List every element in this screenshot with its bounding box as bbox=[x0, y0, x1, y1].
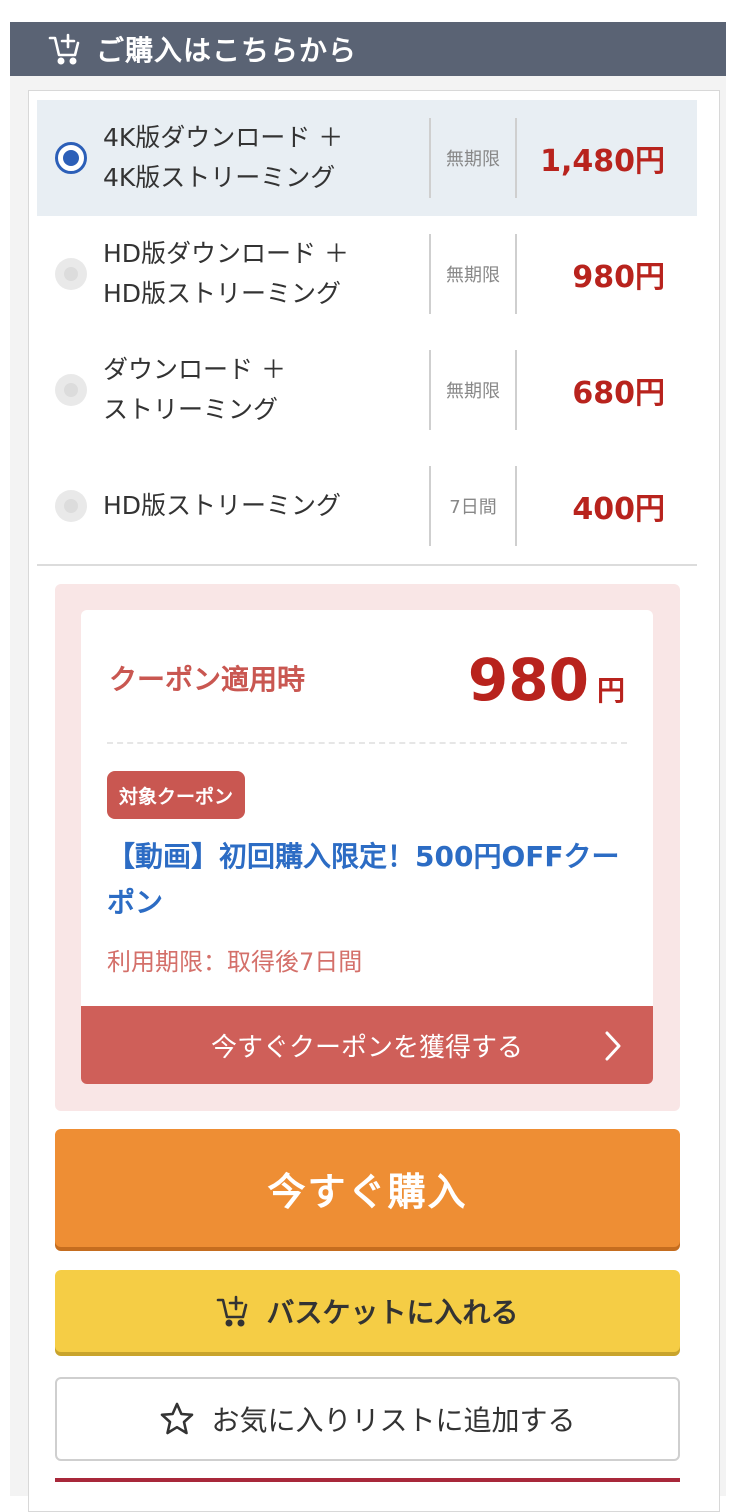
purchase-header: ご購入はこちらから bbox=[10, 22, 726, 76]
option-label-line2: HD版ストリーミング bbox=[103, 279, 342, 308]
purchase-option-standard[interactable]: ダウンロード ＋ ストリーミング 無期限 680円 bbox=[37, 332, 697, 450]
get-coupon-button[interactable]: 今すぐクーポンを獲得する bbox=[81, 1006, 653, 1084]
cart-plus-icon bbox=[48, 32, 82, 66]
option-label: ダウンロード ＋ ストリーミング bbox=[103, 332, 423, 448]
next-button-edge bbox=[55, 1478, 680, 1482]
add-to-basket-label: バスケットに入れる bbox=[266, 1296, 519, 1329]
option-label-line1: ダウンロード ＋ bbox=[103, 355, 286, 384]
coupon-applied-label: クーポン適用時 bbox=[109, 663, 306, 696]
coupon-expiry: 利用期限：取得後7日間 bbox=[107, 948, 363, 976]
buy-now-label: 今すぐ購入 bbox=[267, 1169, 468, 1214]
option-label: 4K版ダウンロード ＋ 4K版ストリーミング bbox=[103, 100, 423, 216]
option-period: 7日間 bbox=[449, 497, 497, 518]
coupon-price-value: 980 bbox=[467, 646, 589, 714]
coupon-card: クーポン適用時 980 円 対象クーポン 【動画】初回購入限定！500円OFFクー… bbox=[81, 610, 653, 1084]
option-label-line2: 4K版ストリーミング bbox=[103, 163, 336, 192]
coupon-badge: 対象クーポン bbox=[107, 771, 246, 819]
option-label: HD版ストリーミング bbox=[103, 448, 423, 564]
radio-unselected[interactable] bbox=[55, 490, 87, 522]
coupon-box: クーポン適用時 980 円 対象クーポン 【動画】初回購入限定！500円OFFクー… bbox=[55, 584, 680, 1111]
option-price: 1,480円 bbox=[540, 144, 665, 179]
option-price: 400円 bbox=[572, 492, 665, 527]
option-label-line1: HD版ストリーミング bbox=[103, 491, 342, 520]
purchase-option-4k[interactable]: 4K版ダウンロード ＋ 4K版ストリーミング 無期限 1,480円 bbox=[37, 100, 697, 218]
purchase-header-title: ご購入はこちらから bbox=[96, 34, 358, 67]
option-period: 無期限 bbox=[446, 381, 500, 402]
radio-selected[interactable] bbox=[55, 142, 87, 174]
cart-plus-icon bbox=[216, 1294, 250, 1328]
add-to-basket-button[interactable]: バスケットに入れる bbox=[55, 1270, 680, 1352]
star-icon bbox=[159, 1401, 195, 1437]
chevron-right-icon bbox=[601, 1030, 625, 1062]
radio-unselected[interactable] bbox=[55, 374, 87, 406]
add-to-favorites-label: お気に入りリストに追加する bbox=[211, 1404, 576, 1437]
option-label-line1: HD版ダウンロード ＋ bbox=[103, 239, 349, 268]
radio-unselected[interactable] bbox=[55, 258, 87, 290]
coupon-price-unit: 円 bbox=[596, 674, 625, 707]
buy-now-button[interactable]: 今すぐ購入 bbox=[55, 1129, 680, 1247]
option-period: 無期限 bbox=[446, 149, 500, 170]
add-to-favorites-button[interactable]: お気に入りリストに追加する bbox=[55, 1377, 680, 1461]
dashed-divider bbox=[107, 742, 627, 744]
option-label: HD版ダウンロード ＋ HD版ストリーミング bbox=[103, 216, 423, 332]
coupon-title-link[interactable]: 【動画】初回購入限定！500円OFFクーポン bbox=[107, 834, 627, 926]
option-period: 無期限 bbox=[446, 265, 500, 286]
option-label-line1: 4K版ダウンロード ＋ bbox=[103, 123, 344, 152]
coupon-price: 980 円 bbox=[468, 646, 625, 714]
get-coupon-button-label: 今すぐクーポンを獲得する bbox=[210, 1032, 523, 1063]
purchase-option-hd[interactable]: HD版ダウンロード ＋ HD版ストリーミング 無期限 980円 bbox=[37, 216, 697, 334]
option-price: 680円 bbox=[572, 376, 665, 411]
purchase-option-hd-streaming[interactable]: HD版ストリーミング 7日間 400円 bbox=[37, 448, 697, 566]
option-price: 980円 bbox=[572, 260, 665, 295]
option-label-line2: ストリーミング bbox=[103, 395, 279, 424]
